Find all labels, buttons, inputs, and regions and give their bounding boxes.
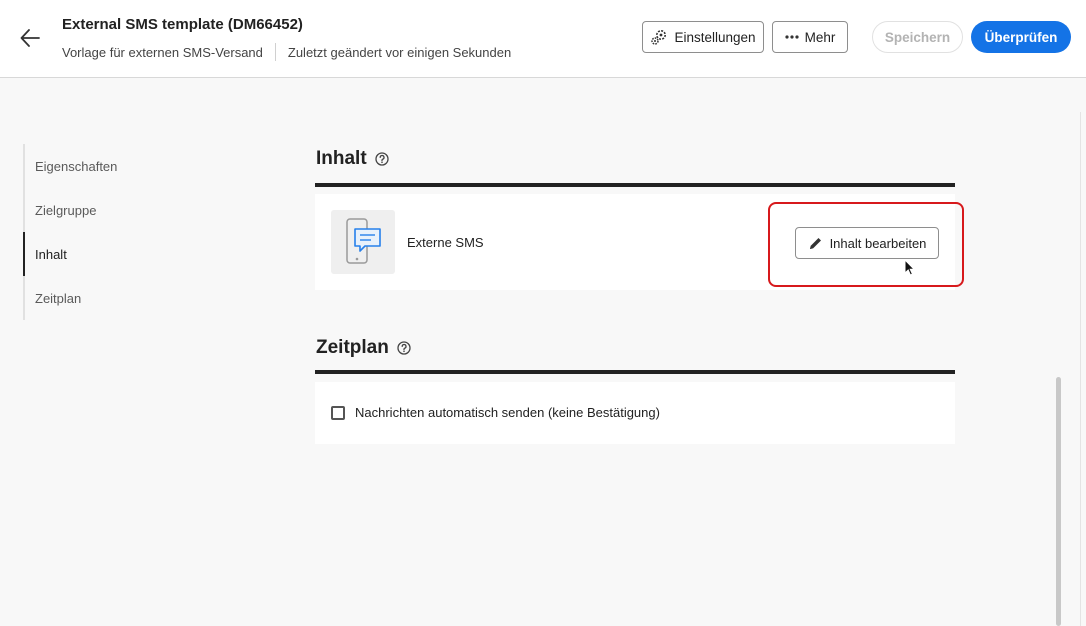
page-title: External SMS template (DM66452) xyxy=(62,16,303,33)
help-circle-icon[interactable] xyxy=(375,152,389,166)
edit-content-button[interactable]: Inhalt bearbeiten xyxy=(795,227,939,259)
content-card: Externe SMS Inhalt bearbeiten xyxy=(315,194,964,290)
back-button[interactable] xyxy=(16,24,44,52)
mouse-cursor-icon xyxy=(904,259,916,276)
panel-edge-divider xyxy=(1080,112,1081,626)
content-section-title: Inhalt xyxy=(316,148,389,170)
settings-button[interactable]: Einstellungen xyxy=(642,21,764,53)
auto-send-checkbox[interactable] xyxy=(331,405,345,420)
content-title-text: Inhalt xyxy=(316,148,367,169)
gears-icon xyxy=(650,28,668,46)
header-bar: External SMS template (DM66452) Vorlage … xyxy=(0,0,1086,78)
template-type: Vorlage für externen SMS-Versand xyxy=(62,44,263,60)
scrollbar-thumb[interactable] xyxy=(1056,377,1061,626)
edit-content-label: Inhalt bearbeiten xyxy=(829,235,927,251)
review-button[interactable]: Überprüfen xyxy=(971,21,1071,53)
settings-label: Einstellungen xyxy=(674,29,756,45)
auto-send-label: Nachrichten automatisch senden (keine Be… xyxy=(355,405,660,420)
more-label: Mehr xyxy=(804,29,836,45)
arrow-left-icon xyxy=(20,29,40,47)
last-modified-status: Zuletzt geändert vor einigen Sekunden xyxy=(287,44,512,60)
pencil-icon xyxy=(808,236,823,251)
help-circle-icon[interactable] xyxy=(397,341,411,355)
nav-item-zielgruppe[interactable]: Zielgruppe xyxy=(25,188,223,232)
save-button[interactable]: Speichern xyxy=(872,21,963,53)
scrollbar[interactable] xyxy=(1052,112,1062,626)
nav-item-zeitplan[interactable]: Zeitplan xyxy=(25,276,223,320)
more-dots-icon xyxy=(785,35,799,39)
subtitle-divider xyxy=(274,43,276,61)
page-subtitle: Vorlage für externen SMS-Versand Zuletzt… xyxy=(62,43,511,61)
section-nav: Eigenschaften Zielgruppe Inhalt Zeitplan xyxy=(23,144,223,320)
content-section-rule xyxy=(315,183,955,187)
schedule-section-title: Zeitplan xyxy=(316,337,411,359)
sms-phone-icon xyxy=(331,210,395,274)
channel-label: Externe SMS xyxy=(407,235,484,250)
auto-send-option[interactable]: Nachrichten automatisch senden (keine Be… xyxy=(331,405,660,420)
nav-item-eigenschaften[interactable]: Eigenschaften xyxy=(25,144,223,188)
schedule-title-text: Zeitplan xyxy=(316,337,389,358)
nav-item-inhalt[interactable]: Inhalt xyxy=(23,232,223,276)
more-button[interactable]: Mehr xyxy=(772,21,848,53)
schedule-section-rule xyxy=(315,370,955,374)
schedule-card: Nachrichten automatisch senden (keine Be… xyxy=(315,382,955,444)
